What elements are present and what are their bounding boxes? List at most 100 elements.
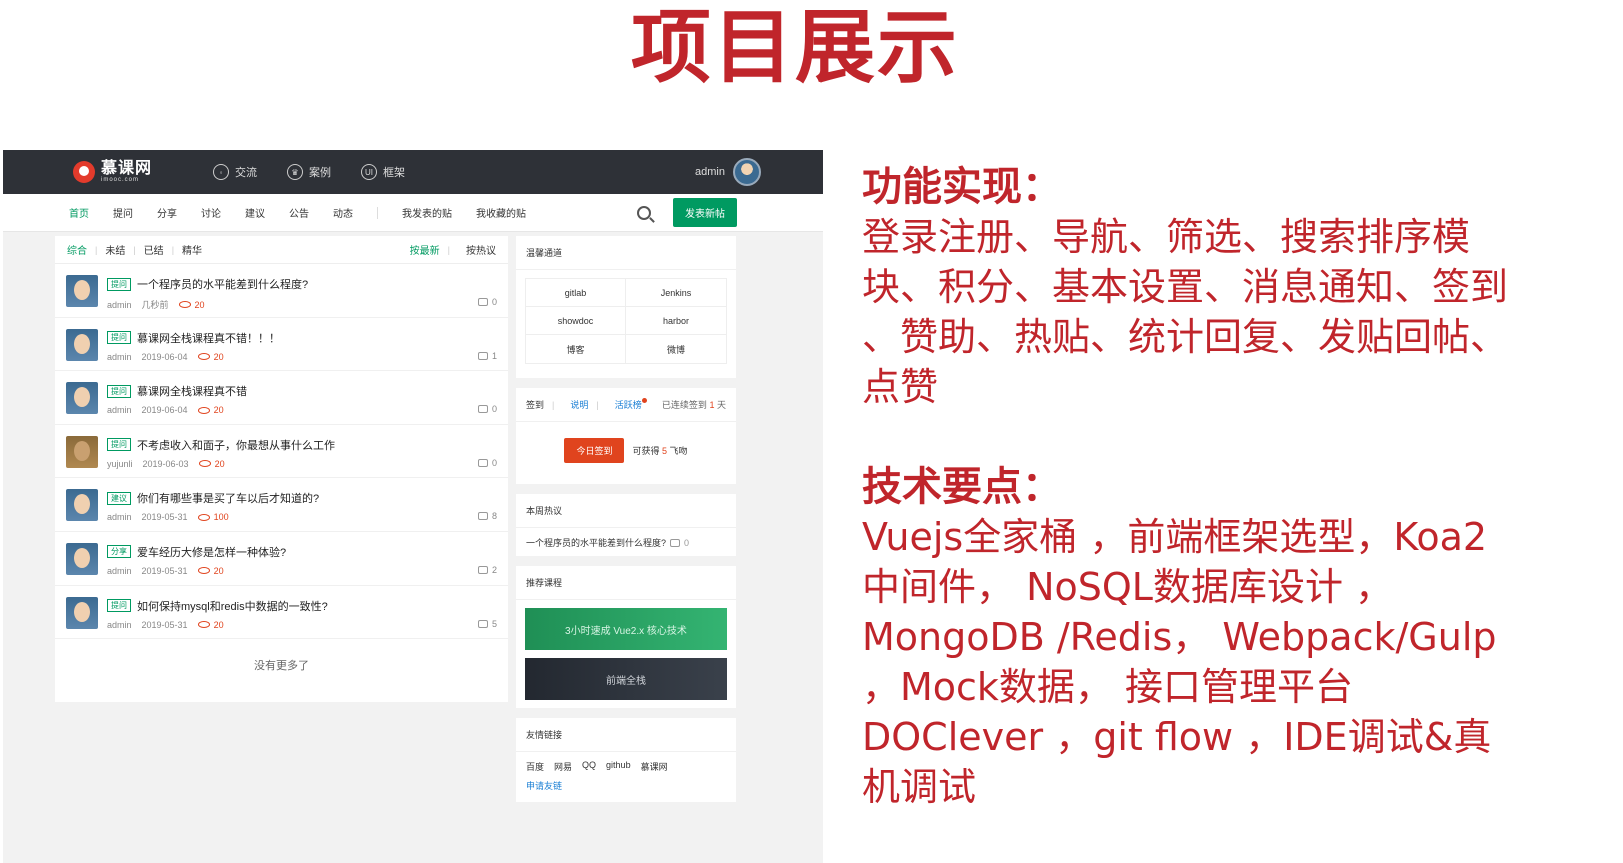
sign-info-link[interactable]: 说明 — [570, 398, 588, 411]
hot-topics-card: 本周热议 一个程序员的水平能差到什么程度? 0 — [516, 494, 736, 556]
search-icon[interactable] — [637, 205, 651, 220]
author-avatar[interactable] — [66, 382, 98, 415]
sort-hot[interactable]: 按热议 — [466, 242, 496, 257]
comment-icon — [477, 619, 488, 628]
points-icon — [197, 621, 210, 629]
apply-link[interactable]: 申请友链 — [516, 779, 736, 802]
subnav-home[interactable]: 首页 — [69, 205, 89, 220]
subnav-notice[interactable]: 公告 — [289, 205, 309, 220]
topnav-cases[interactable]: ♛ 案例 — [287, 164, 331, 180]
post-list-panel: 综合 | 未结 | 已结 | 精华 按最新 | 按热议 提问 一个程序员的水平能差到什么程… — [55, 236, 508, 702]
post-points: 100 — [197, 512, 229, 522]
subnav-discuss[interactable]: 讨论 — [201, 205, 221, 220]
post-row[interactable]: 建议 你们有哪些事是买了车以后才知道的? admin 2019-05-31 100 8 — [55, 478, 508, 532]
post-author[interactable]: admin — [107, 405, 132, 415]
channel-link[interactable]: gitlab — [526, 279, 626, 307]
friend-link[interactable]: QQ — [582, 760, 596, 773]
category-nav: 首页 提问 分享 讨论 建议 公告 动态 我发表的贴 我收藏的贴 发表新帖 — [3, 194, 823, 232]
avatar[interactable] — [733, 158, 761, 186]
user-menu[interactable]: admin — [695, 158, 761, 186]
post-time: 2019-05-31 — [141, 512, 188, 523]
channel-link[interactable]: showdoc — [526, 307, 626, 335]
post-title[interactable]: 不考虑收入和面子，你最想从事什么工作 — [137, 437, 335, 453]
subnav-my-posts[interactable]: 我发表的贴 — [402, 205, 452, 220]
post-time: 2019-05-31 — [141, 619, 188, 630]
author-avatar[interactable] — [66, 596, 98, 629]
post-row[interactable]: 提问 如何保持mysql和redis中数据的一致性? admin 2019-05-31… — [55, 586, 508, 640]
sort-options: 按最新 | 按热议 — [410, 242, 496, 258]
post-title[interactable]: 慕课网全栈课程真不错 — [137, 383, 247, 399]
quick-channels-card: 温馨通道 gitlab Jenkins showdoc harbor 博客 微博 — [516, 236, 736, 378]
channel-link[interactable]: 微博 — [626, 335, 726, 363]
sort-latest[interactable]: 按最新 — [410, 242, 440, 257]
topnav-chat[interactable]: ◦ 交流 — [213, 164, 257, 180]
top-nav: ◦ 交流 ♛ 案例 UI 框架 — [213, 164, 405, 180]
friend-link[interactable]: 慕课网 — [641, 760, 668, 773]
post-author[interactable]: admin — [107, 620, 132, 630]
post-author[interactable]: admin — [107, 352, 132, 362]
filter-featured[interactable]: 精华 — [182, 242, 202, 257]
comment-count: 2 — [477, 565, 497, 575]
features-line: 块、积分、基本设置、消息通知、签到 — [862, 265, 1509, 309]
post-author[interactable]: admin — [107, 566, 132, 576]
post-author[interactable]: admin — [107, 512, 132, 522]
points-icon — [197, 406, 210, 414]
post-row[interactable]: 提问 慕课网全栈课程真不错 admin 2019-06-04 20 0 — [55, 371, 508, 425]
post-row[interactable]: 提问 一个程序员的水平能差到什么程度? admin 几秒前 20 0 — [55, 264, 508, 318]
author-avatar[interactable] — [66, 435, 98, 468]
crown-icon: ♛ — [287, 164, 303, 180]
post-title[interactable]: 你们有哪些事是买了车以后才知道的? — [137, 490, 319, 506]
post-tag: 提问 — [107, 438, 131, 452]
post-tag: 建议 — [107, 491, 131, 505]
site-logo[interactable]: 慕课网 imooc.com — [73, 161, 203, 183]
divider — [377, 206, 378, 219]
post-row[interactable]: 提问 慕课网全栈课程真不错！！！ admin 2019-06-04 20 1 — [55, 318, 508, 372]
post-time: 2019-06-04 — [141, 351, 188, 362]
post-author[interactable]: yujunli — [107, 459, 133, 469]
tech-line: MongoDB /Redis， Webpack/Gulp — [862, 615, 1497, 659]
author-avatar[interactable] — [66, 489, 98, 522]
filter-all[interactable]: 综合 — [67, 242, 87, 257]
friend-link[interactable]: 百度 — [526, 760, 544, 773]
filter-open[interactable]: 未结 — [105, 242, 125, 257]
author-avatar[interactable] — [66, 328, 98, 361]
active-rank-link[interactable]: 活跃榜 — [615, 398, 647, 411]
new-post-button[interactable]: 发表新帖 — [673, 198, 737, 227]
friend-link[interactable]: github — [606, 760, 631, 773]
subnav-suggest[interactable]: 建议 — [245, 205, 265, 220]
post-row[interactable]: 分享 爱车经历大修是怎样一种体验? admin 2019-05-31 20 2 — [55, 532, 508, 586]
sign-today-button[interactable]: 今日签到 — [564, 437, 625, 463]
subnav-share[interactable]: 分享 — [157, 205, 177, 220]
comment-count: 1 — [477, 351, 497, 361]
post-title[interactable]: 慕课网全栈课程真不错！！！ — [137, 330, 280, 346]
tech-line: 中间件， NoSQL数据库设计 ， — [862, 565, 1394, 609]
features-heading: 功能实现： — [862, 164, 1062, 210]
post-tag: 分享 — [107, 545, 131, 559]
author-avatar[interactable] — [66, 542, 98, 575]
post-author[interactable]: admin — [107, 300, 132, 310]
post-points: 20 — [197, 566, 224, 576]
course-banner-vue[interactable]: 3小时速成 Vue2.x 核心技术 — [525, 608, 727, 650]
post-title[interactable]: 一个程序员的水平能差到什么程度? — [137, 276, 308, 292]
post-title[interactable]: 如何保持mysql和redis中数据的一致性? — [137, 598, 328, 614]
post-points: 20 — [197, 352, 224, 362]
filter-closed[interactable]: 已结 — [144, 242, 164, 257]
points-icon — [197, 353, 210, 361]
channel-link[interactable]: 博客 — [526, 335, 626, 363]
course-banner-fullstack[interactable]: 前端全栈 — [525, 658, 727, 700]
author-avatar[interactable] — [66, 275, 98, 307]
subnav-ask[interactable]: 提问 — [113, 205, 133, 220]
hot-topic-item[interactable]: 一个程序员的水平能差到什么程度? 0 — [516, 528, 736, 557]
topnav-framework[interactable]: UI 框架 — [361, 164, 405, 180]
subnav-news[interactable]: 动态 — [333, 205, 353, 220]
slide-title: 项目展示 — [631, 1, 959, 94]
channel-link[interactable]: Jenkins — [626, 279, 726, 307]
logo-domain: imooc.com — [101, 177, 140, 183]
post-row[interactable]: 提问 不考虑收入和面子，你最想从事什么工作 yujunli 2019-06-03 20 0 — [55, 425, 508, 479]
channel-link[interactable]: harbor — [626, 307, 726, 335]
post-time: 2019-06-04 — [141, 405, 188, 416]
subnav-my-favorites[interactable]: 我收藏的贴 — [476, 205, 526, 220]
post-points: 20 — [197, 405, 224, 415]
friend-link[interactable]: 网易 — [554, 760, 572, 773]
post-title[interactable]: 爱车经历大修是怎样一种体验? — [137, 544, 286, 560]
